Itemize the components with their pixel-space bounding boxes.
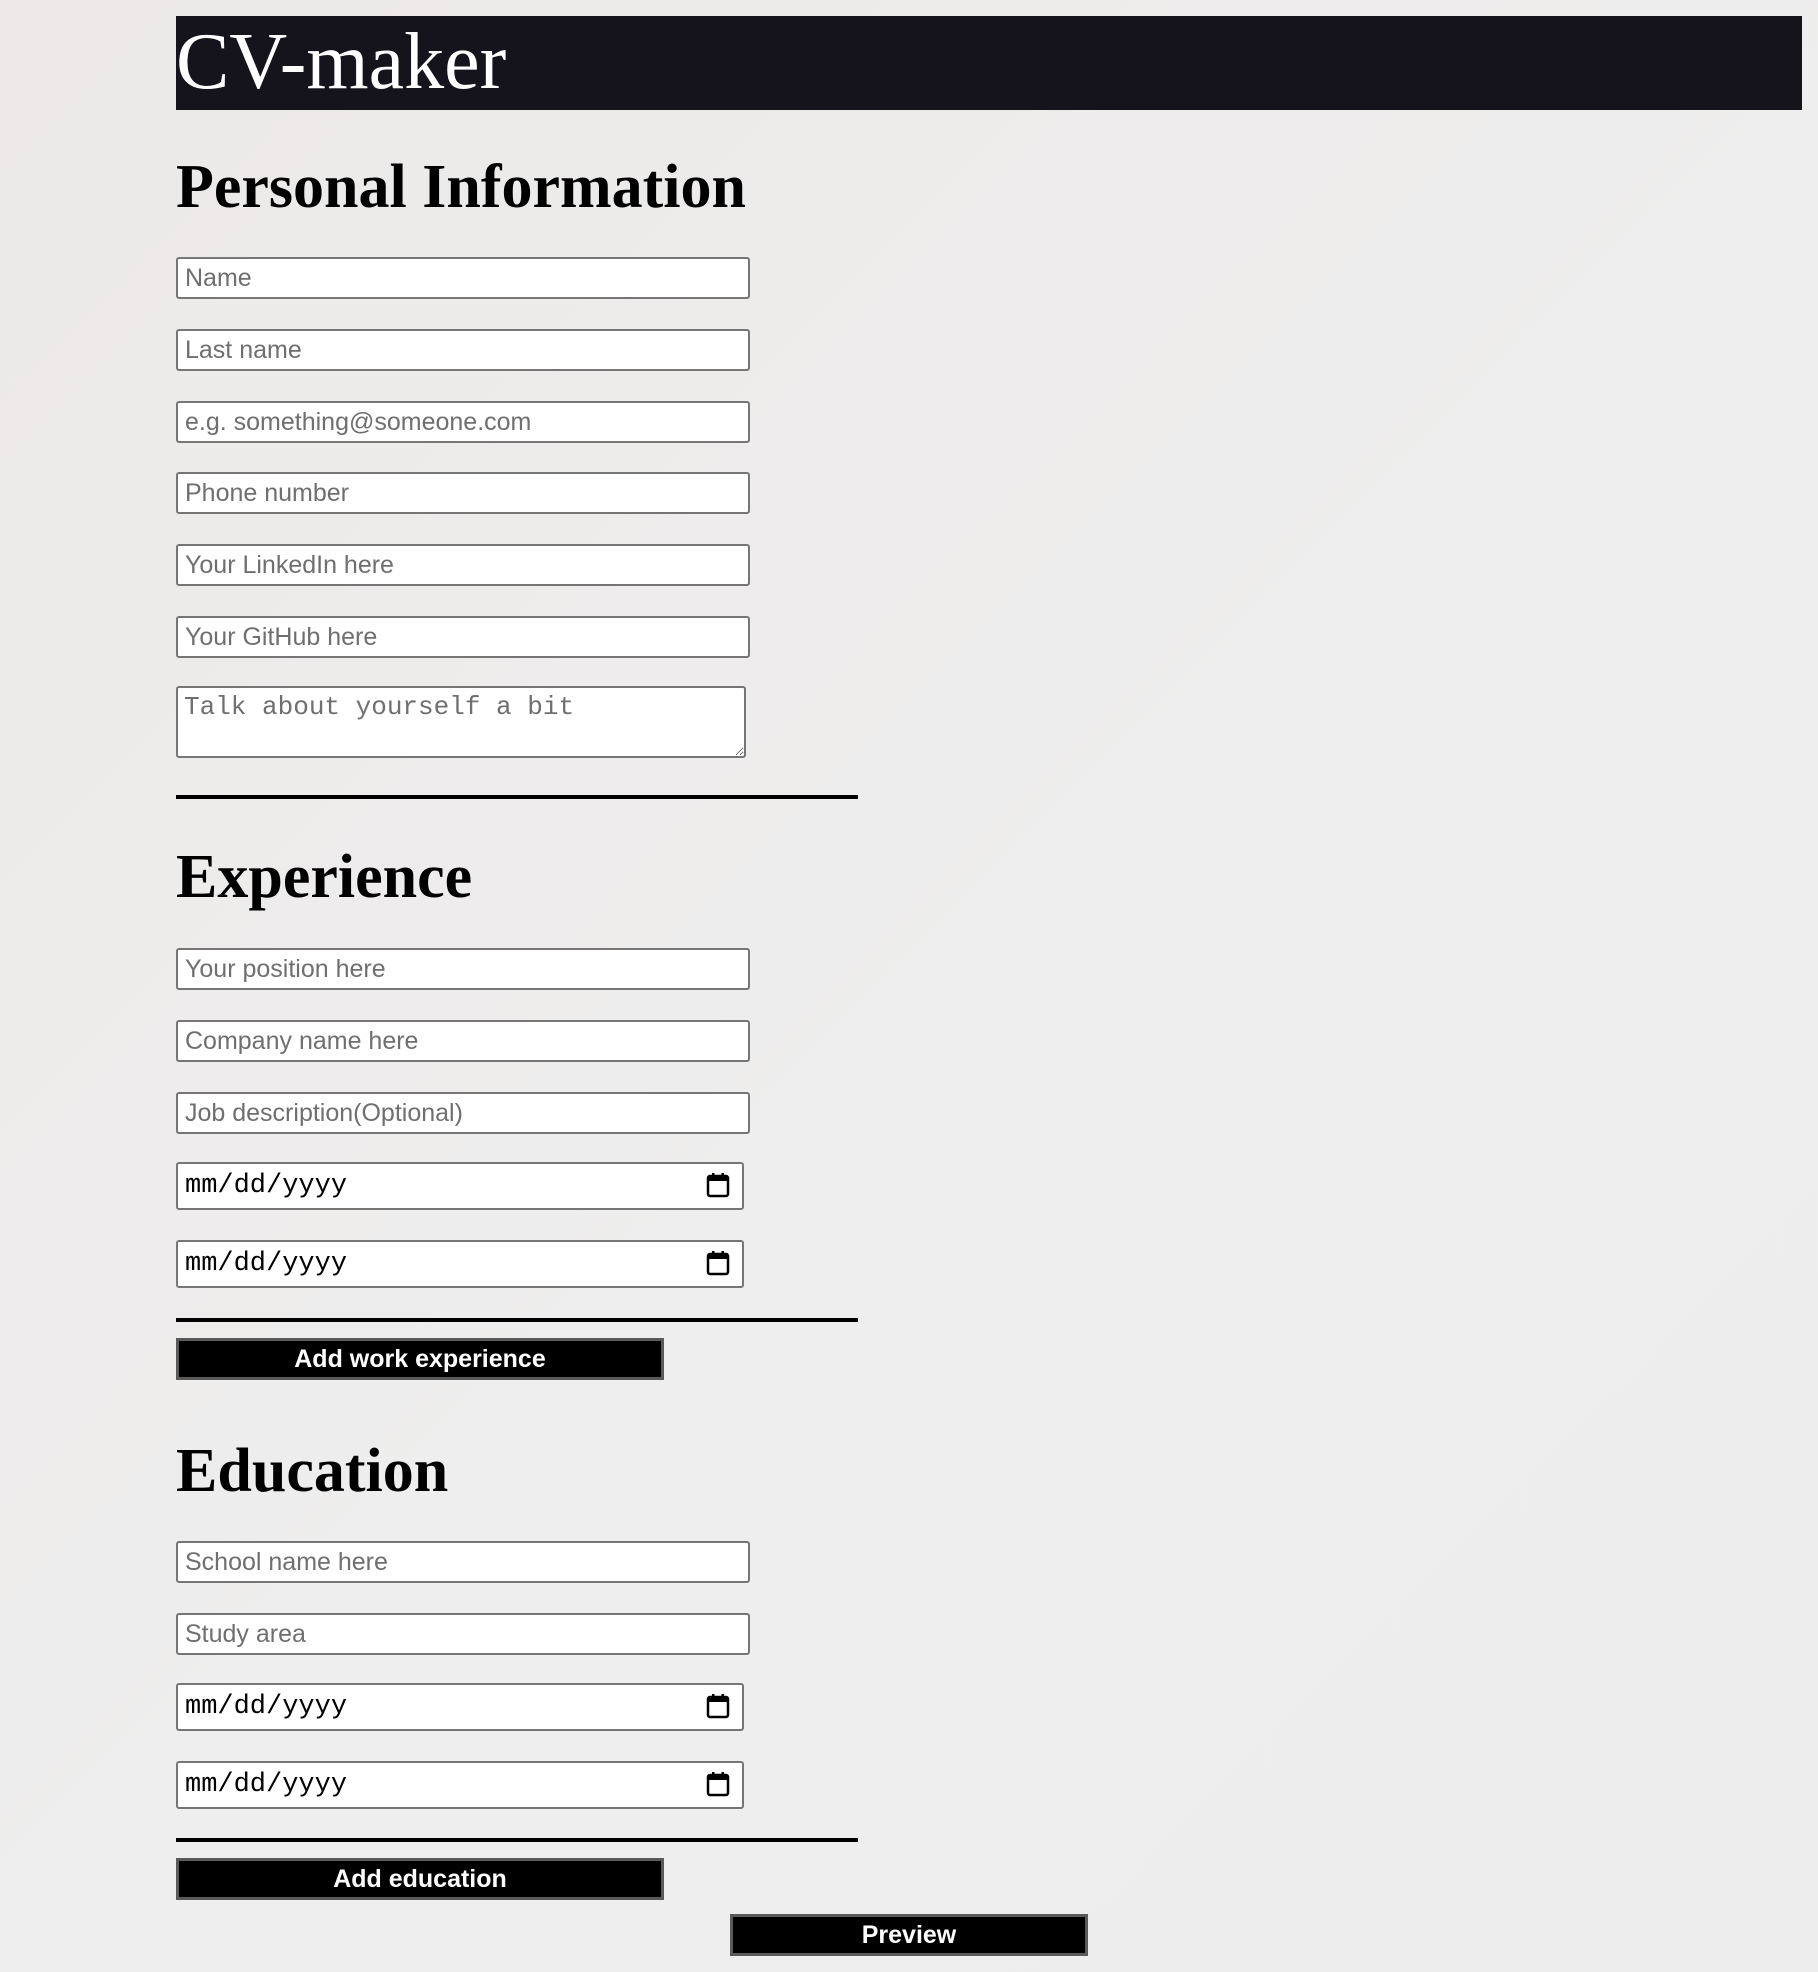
experience-end-date-input[interactable]: mm/dd/yyyy	[176, 1240, 744, 1288]
experience-heading: Experience	[176, 843, 473, 911]
job-description-input[interactable]	[176, 1092, 750, 1134]
linkedin-input[interactable]	[176, 544, 750, 586]
date-format-text: mm/dd/yyyy	[185, 1770, 348, 1800]
position-input[interactable]	[176, 948, 750, 990]
last-name-input[interactable]	[176, 329, 750, 371]
education-end-date-input[interactable]: mm/dd/yyyy	[176, 1761, 744, 1809]
app-header: CV-maker	[176, 16, 1802, 110]
calendar-icon[interactable]	[706, 1771, 730, 1797]
date-format-text: mm/dd/yyyy	[185, 1171, 348, 1201]
email-input[interactable]	[176, 401, 750, 443]
section-divider	[176, 1318, 858, 1322]
date-format-text: mm/dd/yyyy	[185, 1692, 348, 1722]
date-format-text: mm/dd/yyyy	[185, 1249, 348, 1279]
education-start-date-input[interactable]: mm/dd/yyyy	[176, 1683, 744, 1731]
name-input[interactable]	[176, 257, 750, 299]
calendar-icon[interactable]	[706, 1172, 730, 1198]
phone-input[interactable]	[176, 472, 750, 514]
personal-information-heading: Personal Information	[176, 153, 747, 221]
app-title: CV-maker	[176, 18, 507, 106]
about-textarea[interactable]	[176, 686, 746, 758]
education-heading: Education	[176, 1437, 449, 1505]
preview-button[interactable]: Preview	[730, 1914, 1088, 1956]
experience-start-date-input[interactable]: mm/dd/yyyy	[176, 1162, 744, 1210]
github-input[interactable]	[176, 616, 750, 658]
school-input[interactable]	[176, 1541, 750, 1583]
calendar-icon[interactable]	[706, 1250, 730, 1276]
company-input[interactable]	[176, 1020, 750, 1062]
add-education-button[interactable]: Add education	[176, 1858, 664, 1900]
add-work-experience-button[interactable]: Add work experience	[176, 1338, 664, 1380]
study-area-input[interactable]	[176, 1613, 750, 1655]
section-divider	[176, 1838, 858, 1842]
calendar-icon[interactable]	[706, 1693, 730, 1719]
section-divider	[176, 795, 858, 799]
